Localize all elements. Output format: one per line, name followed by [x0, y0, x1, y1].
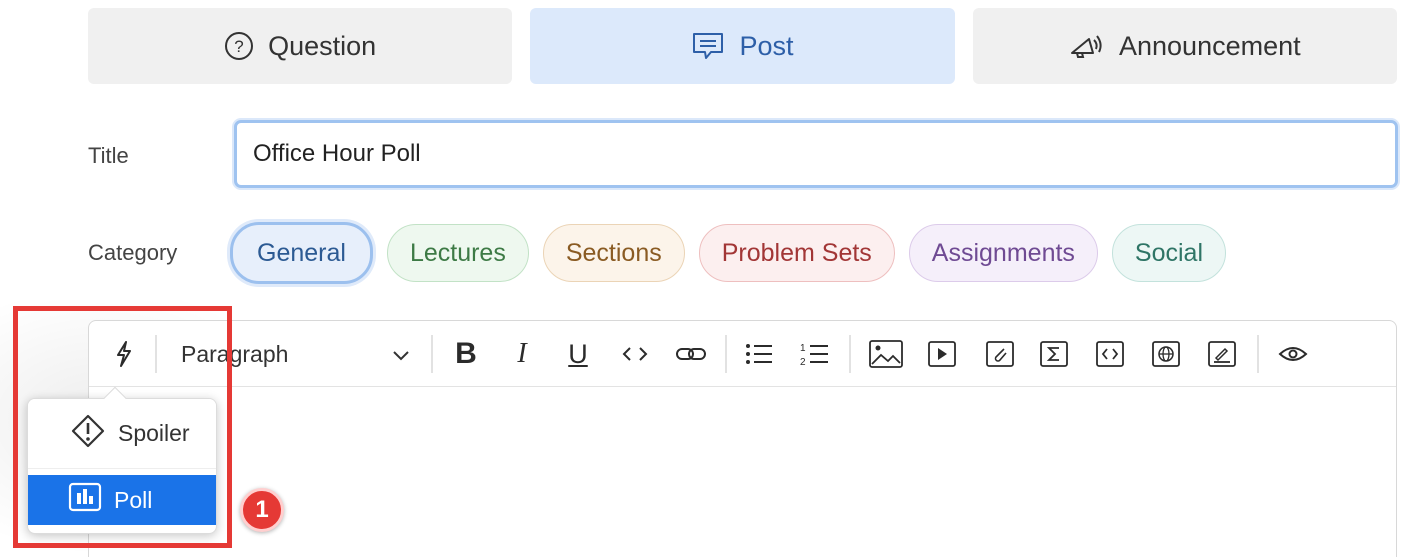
- category-chip-assignments[interactable]: Assignments: [908, 224, 1098, 282]
- code-block-icon[interactable]: [1093, 321, 1127, 387]
- svg-text:2: 2: [800, 357, 806, 367]
- category-chip-lectures[interactable]: Lectures: [386, 224, 529, 282]
- italic-icon[interactable]: I: [507, 321, 537, 387]
- category-chip-sections[interactable]: Sections: [542, 224, 685, 282]
- category-chip-general[interactable]: General: [230, 222, 373, 284]
- toolbar-separator: [725, 335, 727, 373]
- toolbar-separator: [849, 335, 851, 373]
- drawing-icon[interactable]: [1205, 321, 1239, 387]
- link-icon[interactable]: [673, 321, 709, 387]
- editor-toolbar: Paragraph B I U 12: [89, 321, 1396, 387]
- category-chip-problem-sets[interactable]: Problem Sets: [698, 224, 895, 282]
- announcement-type-button[interactable]: Announcement: [972, 8, 1397, 84]
- post-type-label: Post: [739, 30, 794, 61]
- preview-icon[interactable]: [1275, 321, 1311, 387]
- announcement-type-label: Announcement: [1119, 30, 1301, 61]
- post-type-selector: ? Question Post Announcement: [88, 8, 1397, 84]
- svg-text:1: 1: [800, 343, 806, 354]
- chevron-down-icon: [391, 341, 411, 368]
- image-icon[interactable]: [867, 321, 905, 387]
- question-circle-icon: ?: [224, 31, 254, 61]
- post-type-button[interactable]: Post: [530, 8, 955, 84]
- svg-text:?: ?: [234, 37, 243, 56]
- video-icon[interactable]: [925, 321, 959, 387]
- category-chips: General Lectures Sections Problem Sets A…: [230, 222, 1227, 284]
- math-icon[interactable]: [1037, 321, 1071, 387]
- toolbar-separator: [1257, 335, 1259, 373]
- annotation-highlight-box: [13, 306, 232, 548]
- numbered-list-icon[interactable]: 12: [797, 321, 833, 387]
- toolbar-separator: [431, 335, 433, 373]
- speech-bubble-icon: [691, 31, 725, 61]
- bullet-list-icon[interactable]: [741, 321, 777, 387]
- inline-code-icon[interactable]: [617, 321, 653, 387]
- annotation-step-badge: 1: [240, 488, 284, 532]
- rich-text-editor: Paragraph B I U 12: [88, 320, 1397, 557]
- underline-icon[interactable]: U: [563, 321, 593, 387]
- question-type-button[interactable]: ? Question: [88, 8, 513, 84]
- embed-web-icon[interactable]: [1149, 321, 1183, 387]
- megaphone-icon: [1069, 31, 1105, 61]
- attachment-icon[interactable]: [983, 321, 1017, 387]
- category-label: Category: [88, 240, 178, 265]
- category-chip-social[interactable]: Social: [1111, 224, 1227, 282]
- title-label: Title: [88, 143, 129, 168]
- question-type-label: Question: [268, 30, 377, 61]
- bold-icon[interactable]: B: [451, 321, 481, 387]
- title-input[interactable]: [234, 120, 1398, 188]
